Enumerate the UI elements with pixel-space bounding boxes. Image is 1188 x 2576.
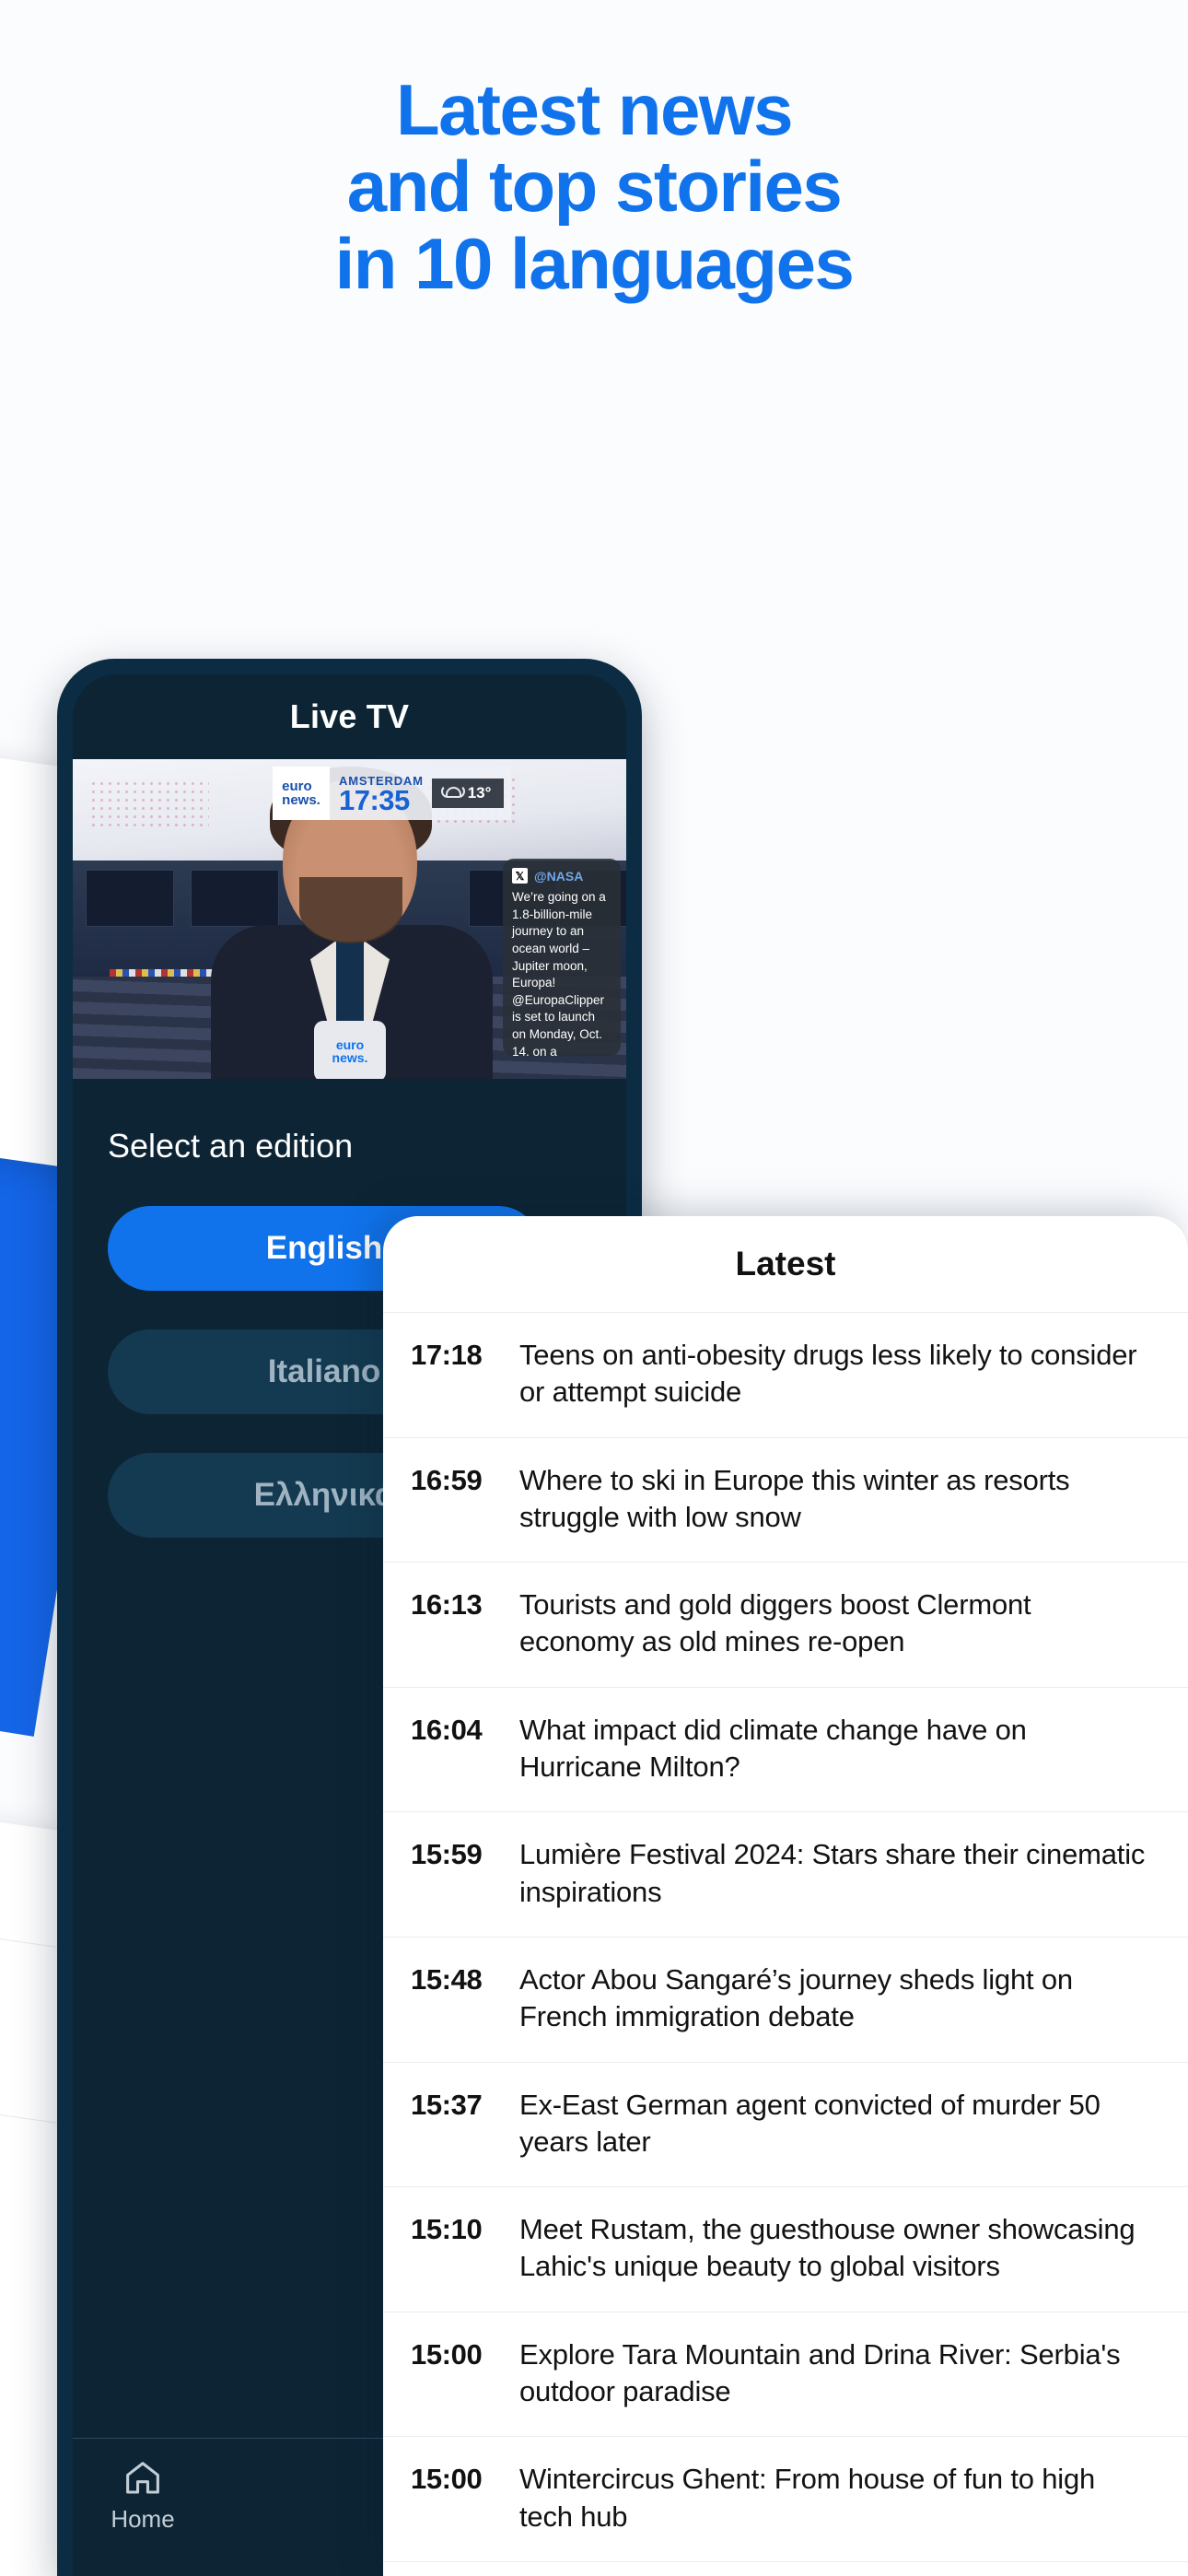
news-list-item[interactable]: 15:59 Lumière Festival 2024: Stars share …	[383, 1811, 1188, 1937]
mic-logo-line-2: news.	[332, 1050, 368, 1065]
weather-widget: 13°	[431, 779, 505, 808]
hall-display	[191, 870, 279, 927]
news-item-time: 16:59	[411, 1463, 483, 1496]
app-screenshot: Latest news and top stories in 10 langua…	[0, 0, 1188, 2576]
home-icon	[122, 2459, 163, 2496]
news-item-title: Meet Rustam, the guesthouse owner showca…	[519, 2213, 1136, 2283]
tweet-handle: @NASA	[534, 868, 584, 884]
language-button-label: Ελληνικά	[253, 1477, 395, 1513]
news-item-time: 17:18	[411, 1339, 483, 1371]
news-list[interactable]: 17:18 Teens on anti-obesity drugs less li…	[383, 1312, 1188, 2576]
news-item-title: Explore Tara Mountain and Drina River: S…	[519, 2337, 1121, 2408]
news-list-item[interactable]: 16:13 Tourists and gold diggers boost Cle…	[383, 1562, 1188, 1687]
temperature-value: 13°	[467, 784, 492, 802]
live-tv-video-player[interactable]: euro news. euro news. AMSTERDAM 17:35 13…	[73, 759, 626, 1079]
edition-selector-title: Select an edition	[108, 1127, 354, 1165]
news-item-time: 15:10	[411, 2213, 483, 2246]
tab-home-label: Home	[111, 2505, 175, 2533]
news-item-time: 15:48	[411, 1962, 483, 1996]
broadcast-info-panel: AMSTERDAM 17:35 13°	[330, 767, 512, 820]
news-list-item[interactable]: 16:04 What impact did climate change have…	[383, 1686, 1188, 1812]
headline-line-3: in 10 languages	[334, 222, 855, 304]
microphone: euro news.	[314, 1021, 386, 1079]
euronews-logo-line-2: news.	[282, 792, 320, 808]
latest-news-panel: Latest 17:18 Teens on anti-obesity drugs …	[383, 1216, 1188, 2576]
latest-panel-title: Latest	[735, 1245, 836, 1282]
language-button-label: Italiano	[267, 1353, 381, 1389]
news-item-title: What impact did climate change have on H…	[519, 1713, 1027, 1784]
news-list-item[interactable]: 15:48 Actor Abou Sangaré’s journey sheds …	[383, 1936, 1188, 2062]
tab-home[interactable]: Home	[73, 2459, 213, 2534]
headline-line-2: and top stories	[346, 146, 843, 228]
x-icon: 𝕏	[512, 868, 528, 884]
euronews-logo-line-1: euro	[282, 779, 312, 794]
euronews-logo: euro news.	[273, 767, 330, 820]
news-item-title: Ex-East German agent convicted of murder…	[519, 2088, 1101, 2158]
news-list-item[interactable]: 15:10 Meet Rustam, the guesthouse owner s…	[383, 2186, 1188, 2312]
news-list-item[interactable]: 16:59 Where to ski in Europe this winter …	[383, 1436, 1188, 1563]
mic-logo-line-1: euro	[335, 1036, 365, 1052]
news-item-time: 15:00	[411, 2337, 483, 2371]
news-item-title: Teens on anti-obesity drugs less likely …	[519, 1339, 1137, 1409]
news-list-item[interactable]: 15:00 Explore Tara Mountain and Drina Riv…	[383, 2311, 1188, 2437]
news-list-item[interactable]: 15:00 Wintercircus Ghent: From house of f…	[383, 2436, 1188, 2561]
news-item-time: 16:04	[411, 1713, 483, 1746]
news-list-item[interactable]: 14:59Juggling circus heritage and high-t…	[383, 2560, 1188, 2576]
news-list-item[interactable]: 15:37 Ex-East German agent convicted of m…	[383, 2061, 1188, 2187]
news-item-time: 16:13	[411, 1588, 483, 1622]
ceiling-dot-pattern	[89, 779, 209, 827]
tweet-overlay-card: 𝕏 @NASA We’re going on a 1.8-billion-mil…	[503, 859, 621, 1056]
page-title: Latest news and top stories in 10 langua…	[0, 69, 1188, 304]
news-item-time: 15:59	[411, 1838, 483, 1871]
hall-display	[86, 870, 174, 927]
news-item-title: Tourists and gold diggers boost Clermont…	[519, 1588, 1031, 1658]
language-button-label: English	[265, 1230, 383, 1266]
news-item-title: Wintercircus Ghent: From house of fun to…	[519, 2463, 1096, 2533]
live-tv-header: Live TV	[73, 674, 626, 759]
tweet-text: We’re going on a 1.8-billion-mile journe…	[512, 890, 606, 1056]
news-list-item[interactable]: 17:18 Teens on anti-obesity drugs less li…	[383, 1312, 1188, 1437]
tweet-header: 𝕏 @NASA	[512, 868, 611, 884]
latest-panel-header: Latest	[383, 1216, 1188, 1312]
headline-line-1: Latest news	[396, 69, 793, 150]
news-item-time: 15:37	[411, 2088, 483, 2121]
news-item-title: Actor Abou Sangaré’s journey sheds light…	[519, 1962, 1073, 2033]
broadcast-bug: euro news. AMSTERDAM 17:35 13°	[273, 767, 512, 820]
broadcast-clock: 17:35	[339, 783, 410, 816]
reporter-beard	[299, 877, 402, 943]
news-item-title: Where to ski in Europe this winter as re…	[519, 1463, 1070, 1533]
news-item-title: Lumière Festival 2024: Stars share their…	[519, 1838, 1146, 1908]
news-item-time: 15:00	[411, 2463, 483, 2496]
cloud-icon	[440, 784, 465, 801]
live-tv-title: Live TV	[289, 697, 410, 735]
